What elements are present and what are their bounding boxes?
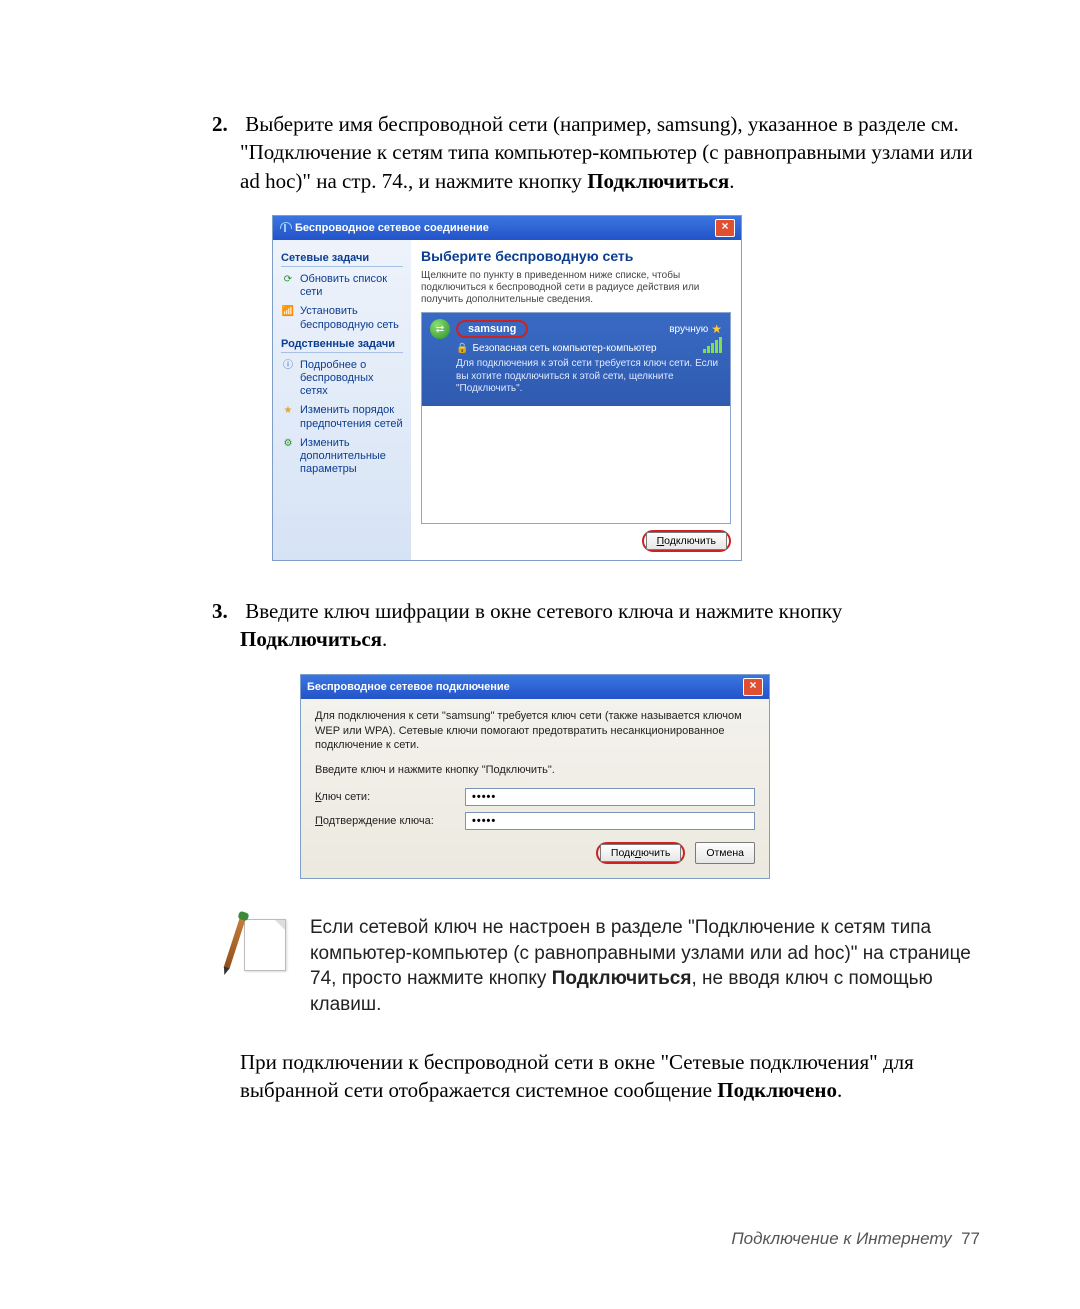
step-3-body-a: Введите ключ шифрации в окне сетевого кл… (245, 599, 842, 623)
star-icon: ★ (281, 404, 295, 418)
step-3-text: 3. Введите ключ шифрации в окне сетевого… (240, 597, 980, 654)
input-confirm-key[interactable] (465, 812, 755, 830)
network-name: samsung (456, 320, 528, 338)
close-icon[interactable]: × (743, 678, 763, 696)
antenna-small-icon: 📶 (281, 305, 295, 319)
step-3-body-b: . (382, 627, 387, 651)
task-learn-label: Подробнее о беспроводных сетях (300, 359, 403, 399)
network-manual-label: вручную ★ (669, 322, 722, 336)
note-block: Если сетевой ключ не настроен в разделе … (240, 915, 980, 1018)
task-learn-more[interactable]: ⓘ Подробнее о беспроводных сетях (281, 359, 403, 399)
page-footer: Подключение к Интернету 77 (731, 1229, 980, 1249)
step-3-number: 3. (212, 597, 240, 625)
note-text: Если сетевой ключ не настроен в разделе … (310, 915, 980, 1018)
row-network-key: Ключ сети: (315, 788, 755, 806)
connect-highlight: Подключить (642, 530, 731, 552)
task-setup-wireless[interactable]: 📶 Установить беспроводную сеть (281, 305, 403, 331)
network-list: ⇄ samsung вручную ★ 🔒 Безопасная сеть ко… (421, 312, 731, 524)
network-secure-label: Безопасная сеть компьютер-компьютер (472, 343, 656, 354)
task-order-label: Изменить порядок предпочтения сетей (300, 404, 403, 430)
lock-icon: 🔒 (456, 343, 468, 354)
network-item-samsung[interactable]: ⇄ samsung вручную ★ 🔒 Безопасная сеть ко… (422, 313, 730, 406)
choose-network-subtext: Щелкните по пункту в приведенном ниже сп… (421, 270, 731, 306)
task-advanced-label: Изменить дополнительные параметры (300, 437, 403, 477)
task-advanced-settings[interactable]: ⚙ Изменить дополнительные параметры (281, 437, 403, 477)
label-network-key: Ключ сети: (315, 791, 465, 803)
task-setup-label: Установить беспроводную сеть (300, 305, 403, 331)
cancel-button[interactable]: Отмена (695, 842, 755, 864)
step-2-body-b: . (729, 169, 734, 193)
task-refresh-label: Обновить список сети (300, 273, 403, 299)
favorite-star-icon: ★ (711, 322, 722, 336)
choose-network-title: Выберите беспроводную сеть (421, 248, 731, 264)
connect-button-dialog[interactable]: Подключить (600, 844, 681, 862)
footer-page-number: 77 (961, 1229, 980, 1248)
task-refresh-list[interactable]: ⟳ Обновить список сети (281, 273, 403, 299)
connect-button[interactable]: Подключить (646, 532, 727, 550)
dialog-titlebar: Беспроводное сетевое подключение × (301, 675, 769, 699)
dialog-paragraph-2: Введите ключ и нажмите кнопку "Подключит… (315, 763, 755, 778)
label-confirm-key: Подтверждение ключа: (315, 815, 465, 827)
dialog-title: Беспроводное сетевое подключение (307, 681, 510, 693)
task-change-order[interactable]: ★ Изменить порядок предпочтения сетей (281, 404, 403, 430)
connect-highlight-2: Подключить (596, 842, 685, 864)
input-network-key[interactable] (465, 788, 755, 806)
window-title: Беспроводное сетевое соединение (295, 222, 489, 234)
footer-label: Подключение к Интернету (731, 1229, 951, 1248)
tasks-sidebar: Сетевые задачи ⟳ Обновить список сети 📶 … (273, 240, 411, 560)
note-icon (240, 915, 290, 975)
network-hint: Для подключения к этой сети требуется кл… (456, 358, 722, 396)
signal-strength-icon (703, 337, 722, 353)
step-2-text: 2. Выберите имя беспроводной сети (напри… (240, 110, 980, 195)
sidebar-header-related-tasks: Родственные задачи (281, 338, 403, 353)
antenna-icon (279, 222, 291, 234)
step-2-bold: Подключиться (587, 169, 729, 193)
sidebar-header-network-tasks: Сетевые задачи (281, 252, 403, 267)
step-3-bold: Подключиться (240, 627, 382, 651)
step-2-number: 2. (212, 110, 240, 138)
window-titlebar: Беспроводное сетевое соединение × (273, 216, 741, 240)
refresh-icon: ⟳ (281, 273, 295, 287)
adhoc-network-icon: ⇄ (430, 319, 450, 339)
wireless-chooser-window: Беспроводное сетевое соединение × Сетевы… (272, 215, 742, 561)
gear-icon: ⚙ (281, 437, 295, 451)
info-icon: ⓘ (281, 359, 295, 373)
closing-paragraph: При подключении к беспроводной сети в ок… (240, 1048, 980, 1105)
dialog-paragraph-1: Для подключения к сети "samsung" требует… (315, 709, 755, 754)
network-key-dialog: Беспроводное сетевое подключение × Для п… (300, 674, 770, 879)
close-icon[interactable]: × (715, 219, 735, 237)
row-confirm-key: Подтверждение ключа: (315, 812, 755, 830)
main-panel: Выберите беспроводную сеть Щелкните по п… (411, 240, 741, 560)
